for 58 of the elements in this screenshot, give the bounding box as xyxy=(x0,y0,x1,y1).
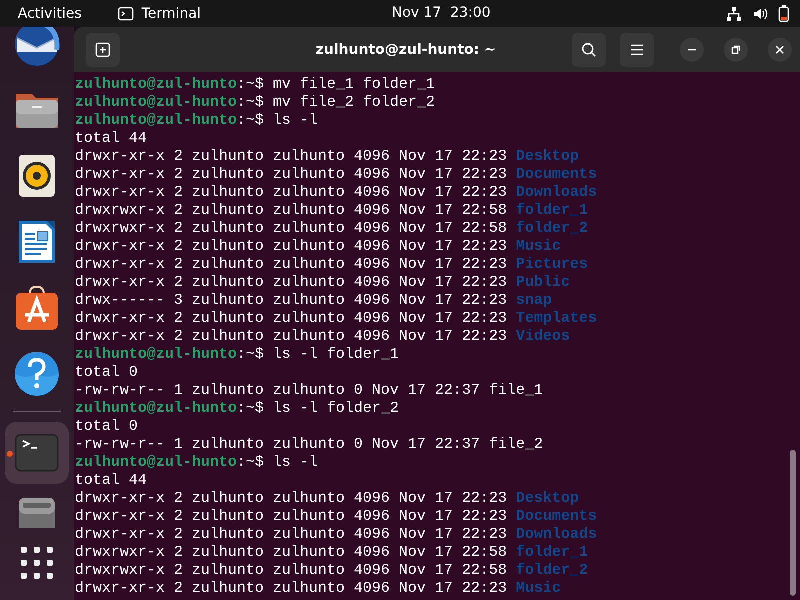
file-info: drwxrwxr-x 2 zulhunto zulhunto 4096 Nov 17 22:58 xyxy=(75,220,508,237)
file-info: drwxr-xr-x 2 zulhunto zulhunto 4096 Nov 17 22:23 xyxy=(75,256,508,273)
prompt-user: zulhunto@zul-hunto xyxy=(75,346,238,363)
directory-name: Desktop xyxy=(516,490,580,507)
clock[interactable]: Nov 17 23:00 xyxy=(392,5,491,21)
output-text: total 44 xyxy=(75,472,148,489)
directory-name: folder_2 xyxy=(516,220,588,237)
output-text: total 0 xyxy=(75,418,138,435)
app-menu[interactable]: Terminal xyxy=(118,6,202,22)
file-info: drwxr-xr-x 2 zulhunto zulhunto 4096 Nov 17 22:23 xyxy=(75,274,508,291)
command-text: :~$ ls -l xyxy=(237,454,318,471)
file-info: -rw-rw-r-- 1 zulhunto zulhunto 0 Nov 17 22:37 xyxy=(75,382,480,399)
file-info: drwxr-xr-x 2 zulhunto zulhunto 4096 Nov 17 22:23 xyxy=(75,166,508,183)
directory-name: Documents xyxy=(516,508,598,525)
file-info: drwxr-xr-x 2 zulhunto zulhunto 4096 Nov 17 22:23 xyxy=(75,490,508,507)
file-info: drwxr-xr-x 2 zulhunto zulhunto 4096 Nov 17 22:23 xyxy=(75,310,508,327)
directory-name: Music xyxy=(516,580,562,597)
activities-button[interactable]: Activities xyxy=(18,6,82,22)
file-info: drwxr-xr-x 2 zulhunto zulhunto 4096 Nov 17 22:23 xyxy=(75,148,508,165)
directory-name: Pictures xyxy=(516,256,588,273)
directory-name: folder_1 xyxy=(516,202,588,219)
prompt-user: zulhunto@zul-hunto xyxy=(75,400,238,417)
command-text: :~$ ls -l folder_1 xyxy=(237,346,400,363)
directory-name: Templates xyxy=(516,310,598,327)
prompt-user: zulhunto@zul-hunto xyxy=(75,76,238,93)
file-name: file_2 xyxy=(489,436,544,453)
directory-name: Music xyxy=(516,238,562,255)
prompt-user: zulhunto@zul-hunto xyxy=(75,112,238,129)
output-text: total 0 xyxy=(75,364,138,381)
file-info: drwxrwxr-x 2 zulhunto zulhunto 4096 Nov 17 22:58 xyxy=(75,202,508,219)
file-info: drwxr-xr-x 2 zulhunto zulhunto 4096 Nov 17 22:23 xyxy=(75,526,508,543)
directory-name: Downloads xyxy=(516,526,598,543)
directory-name: snap xyxy=(516,292,552,309)
prompt-user: zulhunto@zul-hunto xyxy=(75,94,238,111)
directory-name: folder_1 xyxy=(516,544,588,561)
command-text: :~$ mv file_2 folder_2 xyxy=(237,94,436,111)
file-info: drwxrwxr-x 2 zulhunto zulhunto 4096 Nov 17 22:58 xyxy=(75,562,508,579)
command-text: :~$ ls -l xyxy=(237,112,318,129)
directory-name: folder_2 xyxy=(516,562,588,579)
directory-name: Downloads xyxy=(516,184,598,201)
directory-name: Desktop xyxy=(516,148,580,165)
command-text: :~$ mv file_1 folder_1 xyxy=(237,76,436,93)
file-info: drwxr-xr-x 2 zulhunto zulhunto 4096 Nov 17 22:23 xyxy=(75,580,508,597)
file-info: drwxr-xr-x 2 zulhunto zulhunto 4096 Nov 17 22:23 xyxy=(75,328,508,345)
file-info: drwxrwxr-x 2 zulhunto zulhunto 4096 Nov 17 22:58 xyxy=(75,544,508,561)
file-name: file_1 xyxy=(489,382,544,399)
file-info: drwxr-xr-x 2 zulhunto zulhunto 4096 Nov 17 22:23 xyxy=(75,238,508,255)
output-text: total 44 xyxy=(75,130,148,147)
directory-name: Public xyxy=(516,274,570,291)
directory-name: Documents xyxy=(516,166,598,183)
file-info: -rw-rw-r-- 1 zulhunto zulhunto 0 Nov 17 22:37 xyxy=(75,436,480,453)
command-text: :~$ ls -l folder_2 xyxy=(237,400,400,417)
directory-name: Videos xyxy=(516,328,570,345)
file-info: drwx------ 3 zulhunto zulhunto 4096 Nov 17 22:23 xyxy=(75,292,508,309)
file-info: drwxr-xr-x 2 zulhunto zulhunto 4096 Nov 17 22:23 xyxy=(75,508,508,525)
window-title: zulhunto@zul-hunto: ~ xyxy=(314,42,498,58)
prompt-user: zulhunto@zul-hunto xyxy=(75,454,238,471)
file-info: drwxr-xr-x 2 zulhunto zulhunto 4096 Nov 17 22:23 xyxy=(75,184,508,201)
